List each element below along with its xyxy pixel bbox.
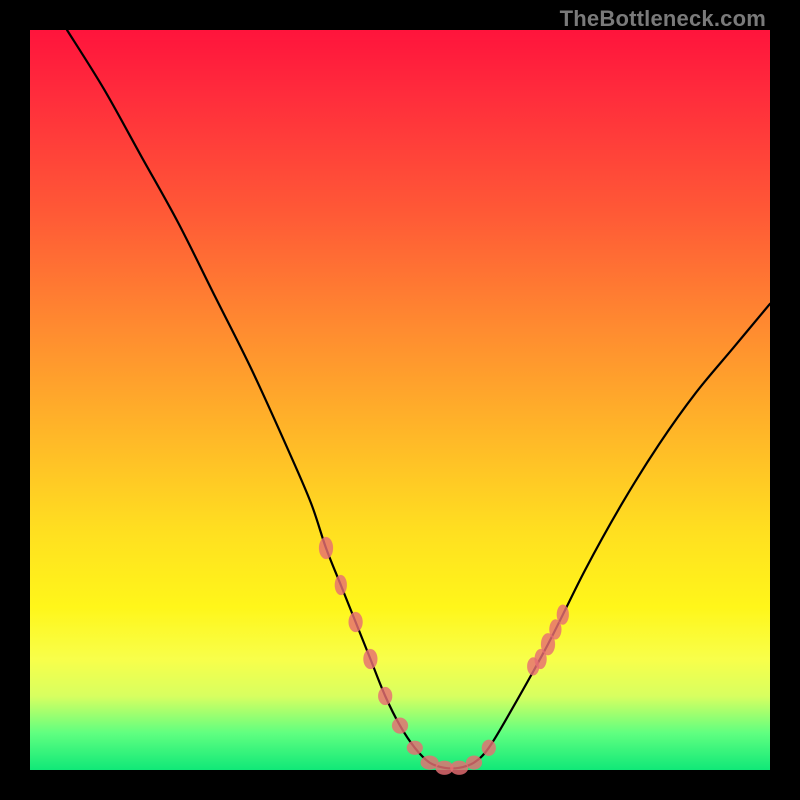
- chart-svg: [30, 30, 770, 770]
- marker-point: [557, 605, 569, 625]
- marker-point: [349, 612, 363, 632]
- marker-point: [407, 741, 423, 755]
- marker-point: [335, 575, 347, 595]
- marker-point: [482, 740, 496, 756]
- highlight-markers: [319, 537, 569, 775]
- marker-point: [450, 761, 468, 775]
- marker-point: [466, 756, 482, 770]
- marker-point: [378, 687, 392, 705]
- watermark-text: TheBottleneck.com: [560, 6, 766, 32]
- chart-frame: TheBottleneck.com: [0, 0, 800, 800]
- marker-point: [392, 718, 408, 734]
- plot-area: [30, 30, 770, 770]
- bottleneck-curve: [67, 30, 770, 768]
- marker-point: [319, 537, 333, 559]
- marker-point: [363, 649, 377, 669]
